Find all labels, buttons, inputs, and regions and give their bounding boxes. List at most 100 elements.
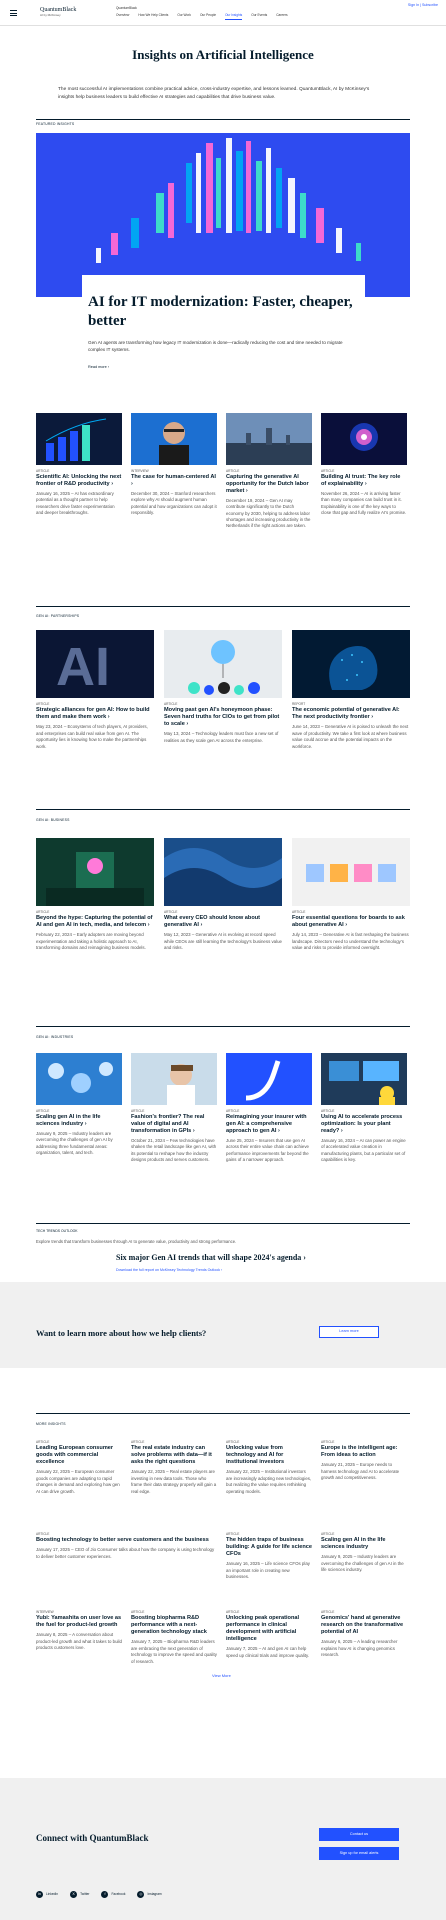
- card-title[interactable]: Genomics' hand at generative research on…: [321, 1615, 407, 1636]
- article-card[interactable]: ARTICLE Four essential questions for boa…: [292, 838, 410, 952]
- linkedin-link[interactable]: in LinkedIn: [36, 1891, 58, 1898]
- article-card[interactable]: REPORT The economic potential of generat…: [292, 630, 410, 750]
- nav-our-insights[interactable]: Our Insights: [225, 13, 243, 21]
- article-card[interactable]: ARTICLE Scaling gen AI in the life scien…: [36, 1053, 122, 1157]
- trend-report-link[interactable]: Download the full report on McKinsey Tec…: [116, 1268, 222, 1273]
- nav-our-people[interactable]: Our People: [200, 13, 216, 20]
- linkedin-icon: in: [36, 1891, 43, 1898]
- list-item[interactable]: ARTICLE Genomics' hand at generative rese…: [321, 1610, 407, 1659]
- nav-our-work[interactable]: Our Work: [177, 13, 191, 20]
- card-title[interactable]: Scaling gen AI in the life sciences indu…: [321, 1537, 407, 1551]
- list-item[interactable]: ARTICLE The real estate industry can solv…: [131, 1440, 217, 1495]
- featured-label: FEATURED INSIGHTS: [36, 122, 75, 126]
- card-title[interactable]: Building AI trust: The key role of expla…: [321, 474, 407, 488]
- card-description: May 13, 2024 – Technology leaders must f…: [164, 731, 279, 743]
- breadcrumb[interactable]: QuantumBlack: [116, 6, 137, 10]
- section-divider: [36, 1026, 410, 1027]
- hamburger-menu-icon[interactable]: [10, 10, 17, 17]
- card-type: INTERVIEW: [36, 1610, 54, 1614]
- card-image: [292, 630, 410, 698]
- card-image: [36, 838, 154, 906]
- card-description: January 22, 2025 – Real estate players a…: [131, 1469, 217, 1494]
- trend-title[interactable]: Six major Gen AI trends that will shape …: [116, 1253, 306, 1264]
- card-image: [36, 413, 122, 465]
- card-title[interactable]: Boosting biopharma R&D performance with …: [131, 1615, 217, 1636]
- card-title[interactable]: Beyond the hype: Capturing the potential…: [36, 915, 154, 929]
- list-item[interactable]: ARTICLE Boosting technology to better ser…: [36, 1532, 217, 1560]
- hero-image[interactable]: [36, 133, 410, 297]
- nav-overview[interactable]: Overview: [116, 13, 129, 20]
- card-type: ARTICLE: [226, 1532, 240, 1536]
- list-item[interactable]: INTERVIEW Yubi: Yamashita on user love as…: [36, 1610, 122, 1652]
- card-description: January 17, 2025 – CEO of Jio Consumer t…: [36, 1547, 215, 1559]
- twitter-link[interactable]: X Twitter: [70, 1891, 89, 1898]
- email-alerts-button[interactable]: Sign up for email alerts: [319, 1847, 399, 1860]
- card-description: January 6, 2025 – A leading researcher e…: [321, 1639, 398, 1658]
- card-title[interactable]: Using AI to accelerate process optimizat…: [321, 1114, 407, 1134]
- card-type: ARTICLE: [36, 1440, 50, 1444]
- list-item[interactable]: ARTICLE Unlocking value from technology a…: [226, 1440, 312, 1495]
- card-title[interactable]: Unlocking peak operational performance i…: [226, 1615, 312, 1643]
- card-title[interactable]: The economic potential of generative AI:…: [292, 707, 410, 721]
- article-card[interactable]: ARTICLE Capturing the generative AI oppo…: [226, 413, 312, 530]
- card-title[interactable]: The real estate industry can solve probl…: [131, 1445, 217, 1466]
- article-card[interactable]: ARTICLE Beyond the hype: Capturing the p…: [36, 838, 154, 952]
- read-more-link[interactable]: Read more ›: [88, 365, 359, 370]
- card-title[interactable]: The case for human-centered AI ›: [131, 474, 217, 488]
- article-card[interactable]: ARTICLE What every CEO should know about…: [164, 838, 282, 952]
- card-description: January 8, 2025 – A conversation about p…: [36, 1632, 122, 1651]
- article-card[interactable]: ARTICLE Building AI trust: The key role …: [321, 413, 407, 517]
- article-card[interactable]: ARTICLE Using AI to accelerate process o…: [321, 1053, 407, 1163]
- card-type: ARTICLE: [321, 1109, 335, 1113]
- list-item[interactable]: ARTICLE Europe is the intelligent age: Fr…: [321, 1440, 407, 1482]
- hero-title[interactable]: AI for IT modernization: Faster, cheaper…: [88, 293, 359, 331]
- article-card[interactable]: ARTICLE Scientific AI: Unlocking the nex…: [36, 413, 122, 517]
- card-title[interactable]: Four essential questions for boards to a…: [292, 915, 410, 929]
- card-title[interactable]: Strategic alliances for gen AI: How to b…: [36, 707, 154, 721]
- card-title[interactable]: Europe is the intelligent age: From idea…: [321, 1445, 407, 1459]
- card-title[interactable]: What every CEO should know about generat…: [164, 915, 282, 929]
- list-item[interactable]: ARTICLE Boosting biopharma R&D performanc…: [131, 1610, 217, 1665]
- nav-our-events[interactable]: Our Events: [251, 13, 267, 20]
- card-title[interactable]: Boosting technology to better serve cust…: [36, 1537, 217, 1544]
- facebook-icon: f: [101, 1891, 109, 1898]
- nav-careers[interactable]: Careers: [276, 13, 287, 20]
- facebook-link[interactable]: f Facebook: [101, 1891, 125, 1898]
- article-card[interactable]: ARTICLE Fashion's frontier? The real val…: [131, 1053, 217, 1163]
- card-type: ARTICLE: [131, 1109, 145, 1113]
- article-card[interactable]: ARTICLE Reimagining your insurer with ge…: [226, 1053, 312, 1163]
- article-card[interactable]: ARTICLE Moving past gen AI's honeymoon p…: [164, 630, 282, 744]
- contact-us-button[interactable]: Contact us: [319, 1828, 399, 1841]
- card-description: January 16, 2025 – AI has extraordinary …: [36, 490, 115, 516]
- card-description: May 23, 2024 – Ecosystems of tech player…: [36, 724, 148, 749]
- view-more-link[interactable]: View More: [212, 1673, 231, 1678]
- nav-how-we-help[interactable]: How We Help Clients: [138, 13, 168, 20]
- list-item[interactable]: ARTICLE Scaling gen AI in the life scienc…: [321, 1532, 407, 1574]
- article-card[interactable]: AI ARTICLE Strategic alliances for gen A…: [36, 630, 154, 750]
- more-insights-label: MORE INSIGHTS: [36, 1422, 66, 1426]
- card-title[interactable]: Scaling gen AI in the life sciences indu…: [36, 1114, 122, 1128]
- list-item[interactable]: ARTICLE The hidden traps of business buil…: [226, 1532, 312, 1581]
- list-item[interactable]: ARTICLE Leading European consumer goods w…: [36, 1440, 122, 1495]
- card-description: January 7, 2025 – AI and gen AI can help…: [226, 1646, 310, 1658]
- section-divider: [36, 1223, 410, 1224]
- card-title[interactable]: Yubi: Yamashita on user love as the fuel…: [36, 1615, 122, 1629]
- card-title[interactable]: Moving past gen AI's honeymoon phase: Se…: [164, 707, 282, 728]
- card-title[interactable]: Scientific AI: Unlocking the next fronti…: [36, 474, 122, 488]
- card-type: ARTICLE: [321, 469, 335, 473]
- sign-in-subscribe-link[interactable]: Sign In | Subscribe: [408, 3, 438, 8]
- card-type: ARTICLE: [226, 1440, 240, 1444]
- learn-more-button[interactable]: Learn more: [319, 1326, 379, 1338]
- list-item[interactable]: ARTICLE Unlocking peak operational perfor…: [226, 1610, 312, 1659]
- card-title[interactable]: Leading European consumer goods with com…: [36, 1445, 122, 1466]
- card-title[interactable]: Fashion's frontier? The real value of di…: [131, 1114, 217, 1134]
- social-links: in LinkedIn X Twitter f Facebook ◎ Instagram: [36, 1891, 162, 1898]
- quantumblack-logo[interactable]: QuantumBlack AI by McKinsey: [40, 7, 90, 19]
- card-image: [164, 838, 282, 906]
- card-title[interactable]: Capturing the generative AI opportunity …: [226, 474, 312, 494]
- article-card[interactable]: INTERVIEW The case for human-centered AI…: [131, 413, 217, 517]
- instagram-link[interactable]: ◎ Instagram: [137, 1891, 162, 1898]
- card-title[interactable]: Reimagining your insurer with gen AI: a …: [226, 1114, 312, 1134]
- card-title[interactable]: Unlocking value from technology and AI f…: [226, 1445, 312, 1466]
- card-title[interactable]: The hidden traps of business building: A…: [226, 1537, 312, 1558]
